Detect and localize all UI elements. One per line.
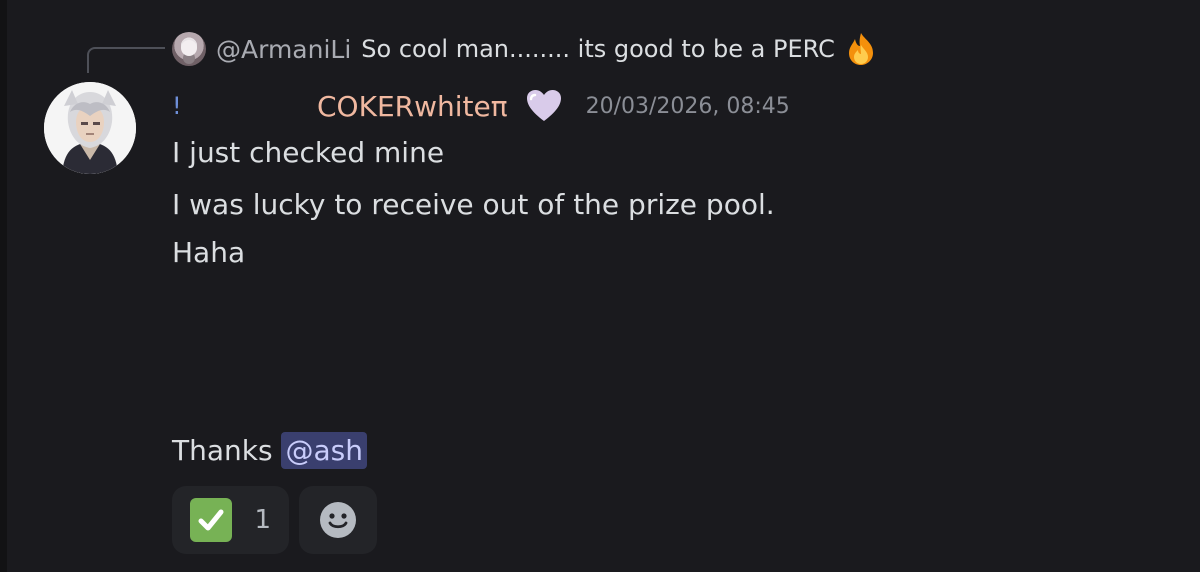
reply-username[interactable]: @ArmaniLi xyxy=(216,35,351,64)
purple-heart-icon[interactable] xyxy=(524,86,564,126)
closing-text: Thanks xyxy=(172,434,273,467)
anime-character-avatar-icon xyxy=(44,82,136,174)
role-tag[interactable]: ! xyxy=(172,92,317,120)
message-header: ! COKERwhiteπ 20/03/2026, 08:45 xyxy=(172,84,790,128)
reply-reference[interactable]: @ArmaniLi So cool man........ its good t… xyxy=(172,31,879,67)
message-line-closing: Thanks @ash xyxy=(172,432,367,469)
channel-divider xyxy=(0,0,7,572)
author-username[interactable]: COKERwhiteπ xyxy=(317,90,508,123)
fire-icon xyxy=(848,33,873,65)
reply-avatar[interactable] xyxy=(172,32,206,66)
add-reaction-button[interactable] xyxy=(299,486,377,554)
user-mention[interactable]: @ash xyxy=(281,432,367,469)
message-panel: @ArmaniLi So cool man........ its good t… xyxy=(0,0,1200,572)
message-line-2: I was lucky to receive out of the prize … xyxy=(172,188,775,221)
reply-connector-line xyxy=(87,47,165,73)
add-reaction-smiley-icon xyxy=(320,502,356,538)
reaction-check-mark[interactable]: 1 xyxy=(172,486,289,554)
reply-preview-text[interactable]: So cool man........ its good to be a PER… xyxy=(361,35,835,63)
message-line-3: Haha xyxy=(172,236,246,269)
reaction-count: 1 xyxy=(254,505,271,535)
message-line-1: I just checked mine xyxy=(172,136,445,169)
author-avatar[interactable] xyxy=(44,82,136,174)
message-timestamp[interactable]: 20/03/2026, 08:45 xyxy=(586,94,790,119)
check-mark-button-icon xyxy=(190,498,233,542)
